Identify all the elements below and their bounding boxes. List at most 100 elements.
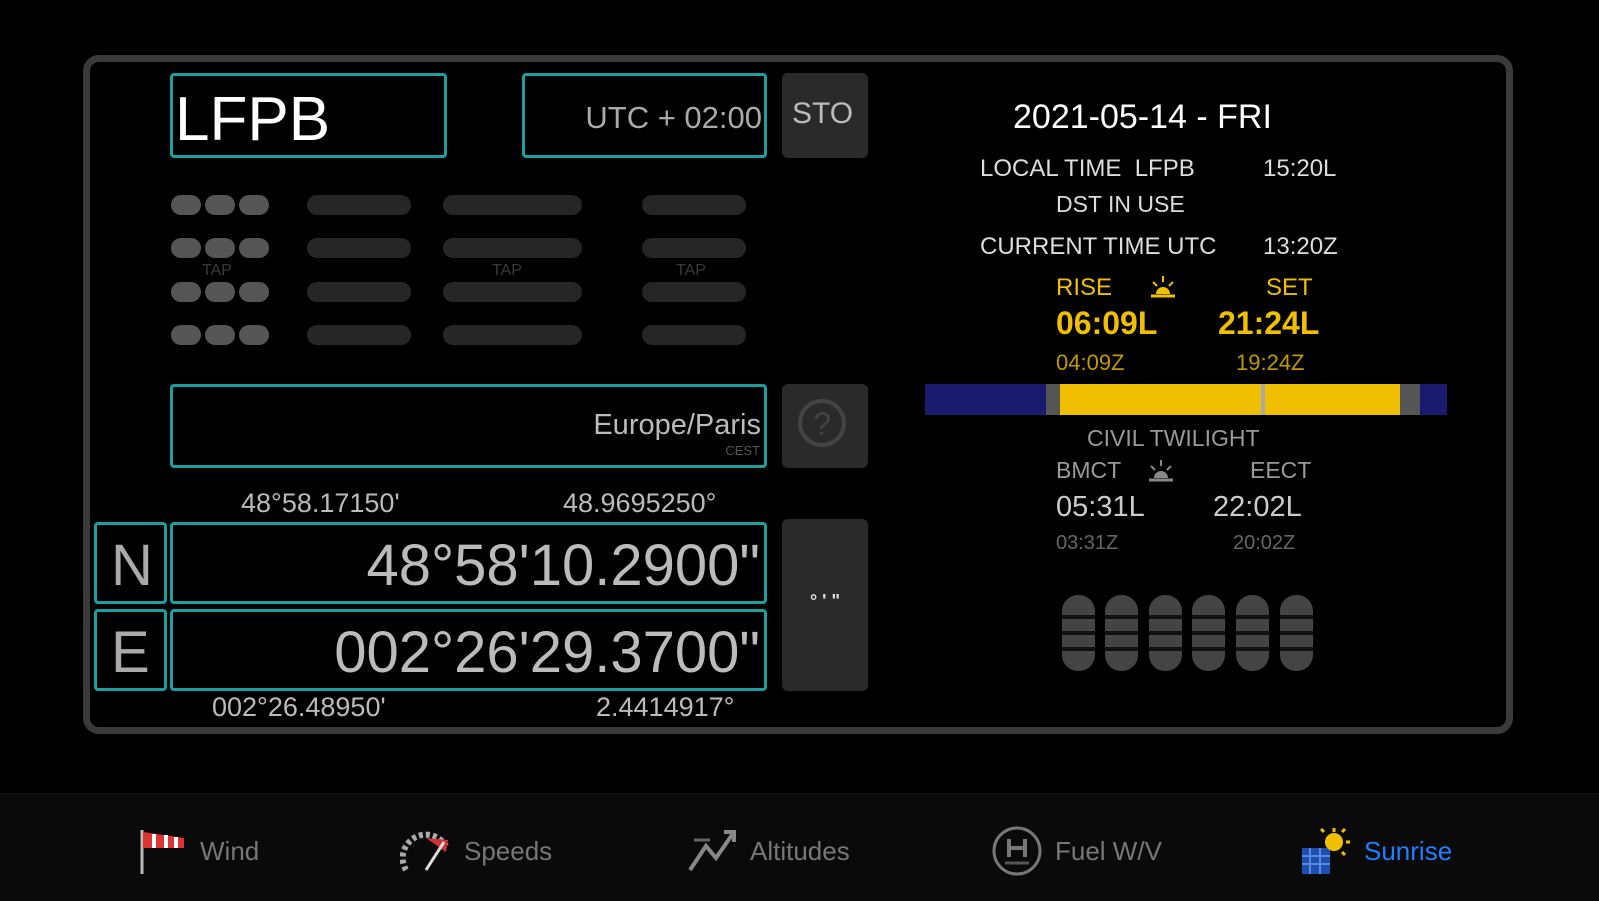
sunrise-local: 06:09L (1056, 305, 1158, 341)
oval-indicator (1149, 595, 1182, 671)
bmct-label: BMCT (1056, 457, 1122, 483)
utc-offset-text: UTC + 02:00 (585, 100, 762, 135)
grid-cell[interactable] (205, 238, 235, 258)
lon-hemisphere-toggle[interactable]: E (94, 609, 167, 691)
grid-cell[interactable] (171, 238, 201, 258)
timezone-name: Europe/Paris (593, 409, 761, 441)
grid-cell[interactable] (307, 282, 411, 302)
oval-indicator (1105, 595, 1138, 671)
set-label: SET (1266, 274, 1313, 301)
store-button[interactable]: STO (782, 73, 868, 158)
tab-label: Speeds (464, 835, 553, 866)
grid-cell[interactable] (239, 282, 269, 302)
help-button[interactable]: ? (782, 384, 868, 468)
lon-hemisphere-label: E (111, 620, 150, 685)
sunrise-utc: 04:09Z (1056, 350, 1125, 375)
altitudes-icon (686, 826, 738, 876)
grid-cell[interactable] (171, 325, 201, 345)
tab-fuel-wv[interactable]: Fuel W/V (991, 826, 1162, 876)
twilight-small-icon (1145, 456, 1177, 484)
grid-cell[interactable] (239, 238, 269, 258)
date-display: 2021-05-14 - FRI (1013, 98, 1272, 136)
lat-hemisphere-label: N (111, 533, 153, 598)
bmct-utc: 03:31Z (1056, 532, 1119, 554)
grid-cell[interactable] (239, 325, 269, 345)
grid-cell[interactable] (307, 195, 411, 215)
speeds-icon (399, 826, 452, 876)
local-time-label: LOCAL TIME LFPB (980, 155, 1195, 182)
sunset-local: 21:24L (1218, 305, 1320, 341)
lon-degrees-minutes: 002°26.48950' (212, 692, 386, 722)
grid-cell[interactable] (307, 238, 411, 258)
tab-sunrise[interactable]: Sunrise (1300, 827, 1453, 874)
grid-cell[interactable] (642, 195, 746, 215)
fuel-icon (991, 825, 1043, 877)
tab-bar: Wind Speeds Altitudes Fuel W/V Sunrise (0, 793, 1599, 901)
tap-label: TAP (492, 262, 522, 279)
airport-code-field[interactable]: LFPB (170, 73, 447, 158)
latitude-value: 48°58'10.2900" (366, 533, 760, 598)
sunset-utc: 19:24Z (1236, 350, 1305, 375)
utc-offset-field[interactable]: UTC + 02:00 (522, 73, 767, 158)
oval-indicator (1280, 595, 1313, 671)
tab-altitudes[interactable]: Altitudes (686, 830, 850, 872)
grid-cell[interactable] (443, 282, 582, 302)
sunrise-small-icon (1147, 272, 1179, 300)
latitude-field[interactable]: 48°58'10.2900" (170, 522, 767, 604)
lon-decimal-degrees: 2.4414917° (596, 692, 735, 722)
airport-code-text: LFPB (175, 85, 331, 154)
daylight-bar (925, 384, 1447, 415)
oval-indicator (1062, 595, 1095, 671)
timezone-field[interactable]: Europe/Paris CEST (170, 384, 767, 468)
grid-cell[interactable] (205, 325, 235, 345)
grid-cell[interactable] (443, 195, 582, 215)
tap-label: TAP (676, 262, 706, 279)
grid-cell[interactable] (642, 282, 746, 302)
lat-hemisphere-toggle[interactable]: N (94, 522, 167, 604)
local-time-value: 15:20L (1263, 155, 1337, 182)
rise-label: RISE (1056, 274, 1113, 301)
bmct-local: 05:31L (1056, 491, 1145, 523)
dst-status: DST IN USE (1056, 191, 1185, 217)
lat-decimal-degrees: 48.9695250° (563, 488, 717, 518)
eect-label: EECT (1250, 457, 1312, 483)
utc-time-value: 13:20Z (1263, 233, 1338, 260)
tap-label: TAP (202, 262, 232, 279)
tab-wind[interactable]: Wind (138, 830, 260, 874)
grid-cell[interactable] (642, 325, 746, 345)
civil-twilight-label: CIVIL TWILIGHT (1087, 425, 1260, 451)
eect-utc: 20:02Z (1233, 532, 1296, 554)
now-marker (1261, 384, 1265, 415)
grid-cell[interactable] (205, 195, 235, 215)
timezone-abbr: CEST (725, 443, 760, 458)
tab-label: Fuel W/V (1055, 835, 1162, 866)
store-button-label: STO (792, 97, 854, 130)
twilight-segment (1400, 384, 1420, 415)
longitude-field[interactable]: 002°26'29.3700" (170, 609, 767, 691)
tab-speeds[interactable]: Speeds (399, 831, 553, 872)
tab-label: Wind (200, 835, 260, 866)
utc-time-label: CURRENT TIME UTC (980, 233, 1217, 260)
longitude-value: 002°26'29.3700" (334, 620, 760, 685)
coord-format-label: ° ' " (809, 591, 840, 611)
tab-label: Sunrise (1364, 835, 1453, 866)
question-mark: ? (813, 406, 831, 442)
oval-indicator (1236, 595, 1269, 671)
question-icon: ? (798, 399, 846, 447)
grid-cell[interactable] (443, 325, 582, 345)
sunrise-icon (1300, 826, 1352, 876)
grid-cell[interactable] (307, 325, 411, 345)
grid-cell[interactable] (171, 195, 201, 215)
lat-degrees-minutes: 48°58.17150' (241, 488, 400, 518)
coord-format-button[interactable]: ° ' " (782, 519, 868, 691)
windsock-icon (138, 826, 188, 876)
oval-indicator (1192, 595, 1225, 671)
grid-cell[interactable] (205, 282, 235, 302)
eect-local: 22:02L (1213, 491, 1302, 523)
grid-cell[interactable] (239, 195, 269, 215)
daylight-segment (1060, 384, 1402, 415)
grid-cell[interactable] (171, 282, 201, 302)
tab-label: Altitudes (750, 835, 850, 866)
grid-cell[interactable] (443, 238, 582, 258)
grid-cell[interactable] (642, 238, 746, 258)
